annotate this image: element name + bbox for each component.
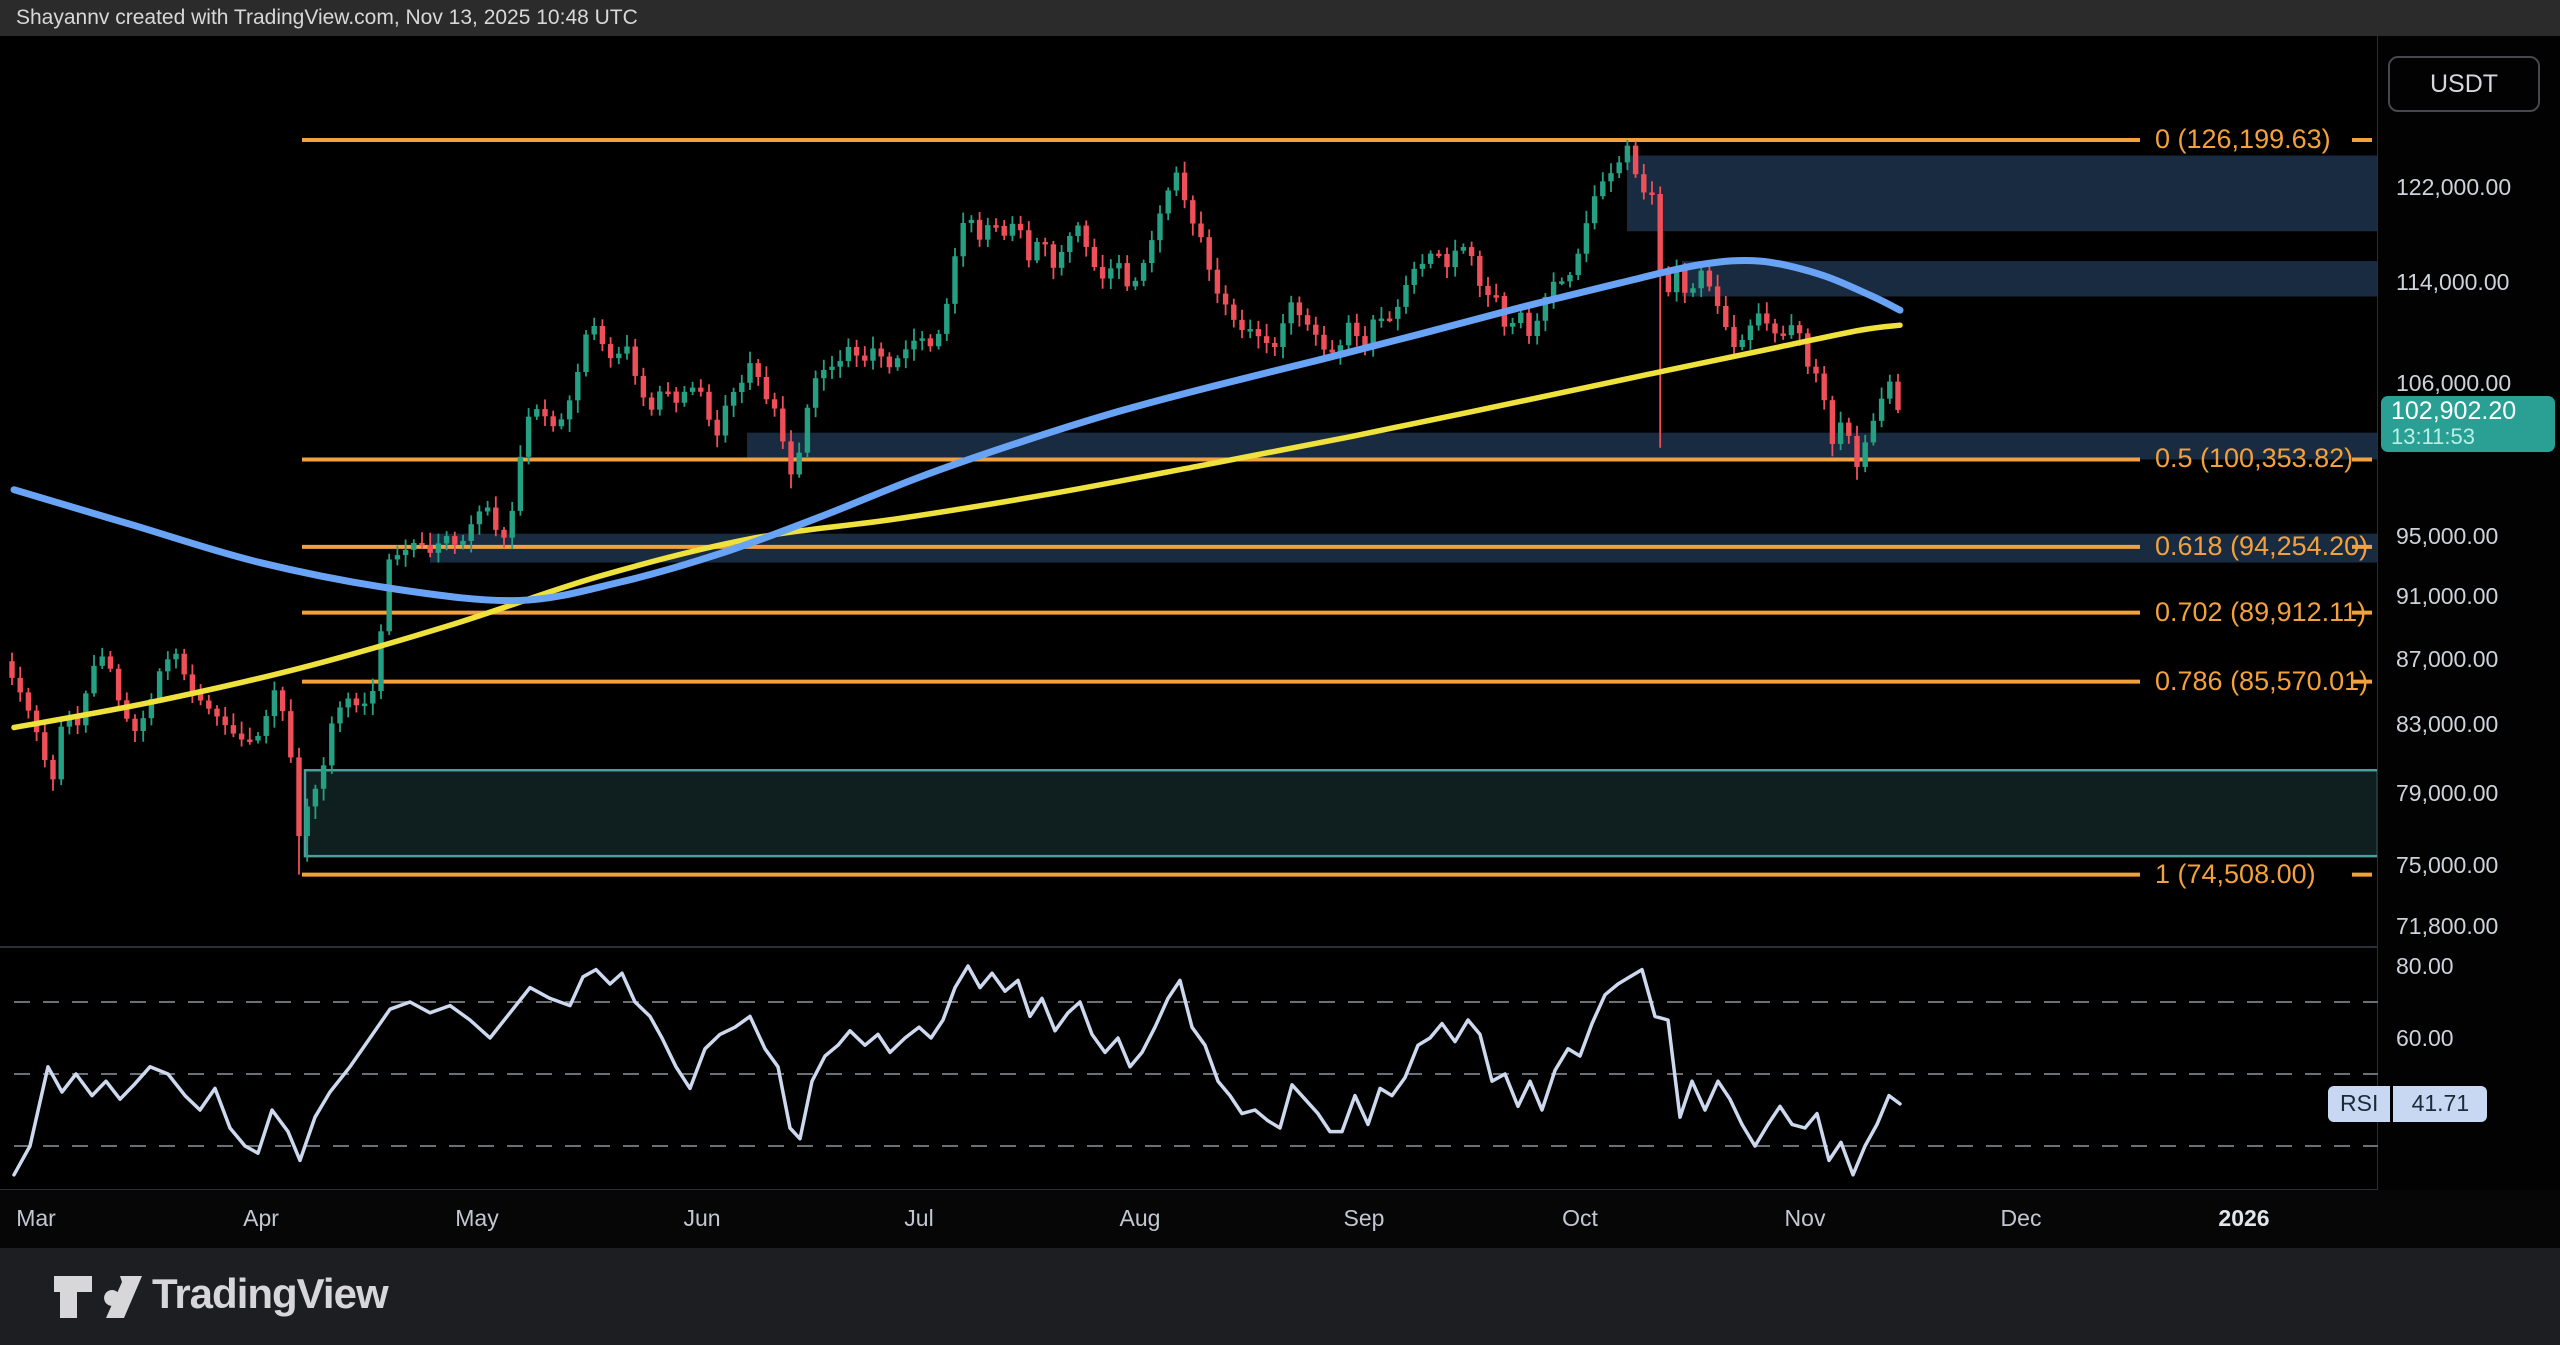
time-axis-label-nov: Nov xyxy=(1785,1205,1826,1232)
price-axis-label: 122,000.00 xyxy=(2396,174,2511,201)
time-axis-label-sep: Sep xyxy=(1344,1205,1385,1232)
rsi-axis-label: 80.00 xyxy=(2396,953,2454,980)
price-axis-label: 95,000.00 xyxy=(2396,523,2498,550)
price-axis-label: 83,000.00 xyxy=(2396,711,2498,738)
rsi-name-label: RSI xyxy=(2328,1086,2390,1122)
tradingview-logo-icon[interactable] xyxy=(52,1272,144,1322)
price-axis[interactable]: 122,000.00 114,000.00 106,000.00 95,000.00 9… xyxy=(2378,36,2560,1190)
price-axis-label: 91,000.00 xyxy=(2396,583,2498,610)
price-axis-label: 75,000.00 xyxy=(2396,852,2498,879)
price-axis-label: 106,000.00 xyxy=(2396,370,2511,397)
demand-zone xyxy=(305,770,2378,856)
tradingview-wordmark[interactable]: TradingView xyxy=(152,1270,388,1318)
footer-bar: TradingView xyxy=(0,1248,2560,1345)
price-axis-label: 87,000.00 xyxy=(2396,646,2498,673)
fib-level-label: 0.702 (89,912.11) xyxy=(2155,597,2366,628)
fib-level-label: 0.5 (100,353.82) xyxy=(2155,443,2353,474)
chart-window: Shayannv created with TradingView.com, N… xyxy=(0,0,2560,1345)
fib-level-label: 0.786 (85,570.01) xyxy=(2155,666,2368,697)
last-price-value: 102,902.20 xyxy=(2391,398,2555,424)
time-axis-label-jun: Jun xyxy=(683,1205,720,1232)
time-axis-label-may: May xyxy=(455,1205,498,1232)
rsi-axis-label: 60.00 xyxy=(2396,1025,2454,1052)
rsi-value-label: 41.71 xyxy=(2393,1086,2487,1122)
time-axis[interactable]: Mar Apr May Jun Jul Aug Sep Oct Nov Dec 2026 xyxy=(0,1190,2560,1248)
price-axis-label: 79,000.00 xyxy=(2396,780,2498,807)
time-axis-label-jul: Jul xyxy=(904,1205,933,1232)
fib-level-label: 1 (74,508.00) xyxy=(2155,859,2316,890)
price-axis-label: 71,800.00 xyxy=(2396,913,2498,940)
last-price-badge: 102,902.20 13:11:53 xyxy=(2381,396,2555,452)
supply-zone xyxy=(1627,156,2378,232)
rsi-value-badge: RSI 41.71 xyxy=(2328,1086,2487,1122)
price-axis-label: 114,000.00 xyxy=(2396,269,2509,296)
time-axis-label-2026: 2026 xyxy=(2218,1205,2269,1232)
bar-countdown: 13:11:53 xyxy=(2391,424,2555,450)
fib-level-label: 0 (126,199.63) xyxy=(2155,124,2331,155)
time-axis-label-oct: Oct xyxy=(1562,1205,1598,1232)
currency-toggle-chip[interactable]: USDT xyxy=(2388,56,2540,112)
supply-zone xyxy=(747,433,2378,460)
fib-level-label: 0.618 (94,254.20) xyxy=(2155,531,2368,562)
time-axis-label-dec: Dec xyxy=(2001,1205,2042,1232)
time-axis-label-aug: Aug xyxy=(1120,1205,1161,1232)
time-axis-label-apr: Apr xyxy=(243,1205,279,1232)
time-axis-label-mar: Mar xyxy=(16,1205,56,1232)
ma-yellow-line xyxy=(14,325,1900,727)
rsi-line xyxy=(14,966,1900,1175)
currency-toggle-label: USDT xyxy=(2430,70,2498,99)
